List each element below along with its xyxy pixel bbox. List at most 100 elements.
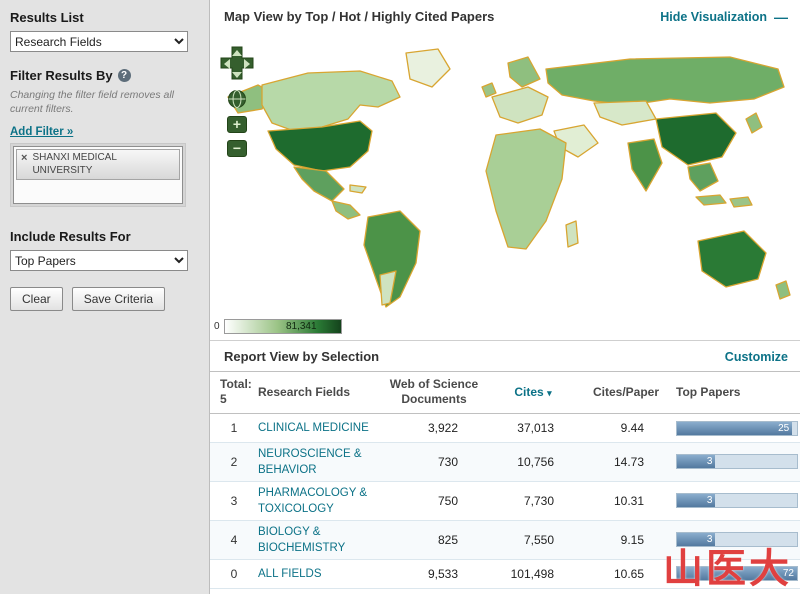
report-table-header: Total: 5 Research Fields Web of Science … <box>210 371 800 414</box>
row-cites: 37,013 <box>517 421 554 435</box>
row-documents: 3,922 <box>427 421 458 435</box>
top-papers-bar: 3 <box>676 493 798 509</box>
results-list-section: Results List Research Fields <box>10 10 199 52</box>
map-countries <box>227 48 791 308</box>
map-area: + − 0 81,341 <box>210 30 800 340</box>
row-rank: 3 <box>230 493 238 508</box>
column-header-total: Total: 5 <box>210 377 258 407</box>
top-papers-value: 72 <box>782 568 794 580</box>
table-row: 3 PHARMACOLOGY & TOXICOLOGY 750 7,730 10.31 3 <box>210 482 800 521</box>
row-documents: 825 <box>437 532 458 547</box>
map-pan-control[interactable] <box>220 46 254 82</box>
table-row: 4 BIOLOGY & BIOCHEMISTRY 825 7,550 9.15 3 <box>210 520 800 560</box>
top-papers-value: 3 <box>706 456 713 468</box>
top-papers-bar: 25 <box>676 420 798 436</box>
report-header: Report View by Selection Customize <box>210 340 800 371</box>
filter-by-label: Filter Results By <box>10 68 113 83</box>
row-field-cell: NEUROSCIENCE & BEHAVIOR <box>258 446 378 478</box>
filter-chip[interactable]: × SHANXI MEDICAL UNIVERSITY <box>16 149 180 181</box>
row-rank: 1 <box>230 421 238 435</box>
table-row: 0 ALL FIELDS 9,533 101,498 10.65 72 <box>210 560 800 589</box>
include-results-heading: Include Results For <box>10 229 131 245</box>
row-cites-per-paper: 10.31 <box>613 493 644 508</box>
main-panel: Map View by Top / Hot / Highly Cited Pap… <box>210 0 800 594</box>
save-criteria-button[interactable]: Save Criteria <box>71 287 166 312</box>
top-papers-value: 3 <box>706 495 713 507</box>
research-field-link[interactable]: BIOLOGY & BIOCHEMISTRY <box>258 526 345 554</box>
clear-button[interactable]: Clear <box>10 287 63 312</box>
help-icon[interactable]: ? <box>117 69 131 82</box>
column-header-cites[interactable]: Cites ▾ <box>490 385 576 400</box>
row-cites: 7,730 <box>523 493 554 508</box>
table-row: 2 NEUROSCIENCE & BEHAVIOR 730 10,756 14.73 3 <box>210 443 800 482</box>
research-field-link[interactable]: PHARMACOLOGY & TOXICOLOGY <box>258 487 367 515</box>
customize-link[interactable]: Customize <box>725 350 788 364</box>
map-view-title: Map View by Top / Hot / Highly Cited Pap… <box>224 9 495 24</box>
row-top-papers-cell: 3 <box>676 532 800 548</box>
column-header-cites-per-paper: Cites/Paper <box>592 384 660 399</box>
column-header-top-papers: Top Papers <box>676 384 741 399</box>
row-field-cell: PHARMACOLOGY & TOXICOLOGY <box>258 485 378 517</box>
hide-visualization-link[interactable]: Hide Visualization — <box>660 10 788 24</box>
total-label: Total: <box>220 377 252 391</box>
filter-box: × SHANXI MEDICAL UNIVERSITY <box>10 143 186 208</box>
legend-gradient-bar: 81,341 <box>223 319 342 334</box>
row-cites-per-paper: 9.44 <box>620 421 644 435</box>
column-header-documents: Web of Science Documents <box>389 377 479 406</box>
sort-descending-icon: ▾ <box>547 387 552 398</box>
row-top-papers-cell: 72 <box>676 566 800 582</box>
research-field-link[interactable]: CLINICAL MEDICINE <box>258 422 369 434</box>
top-papers-value: 3 <box>706 534 713 546</box>
map-zoom-in-button[interactable]: + <box>227 116 247 133</box>
row-rank: 2 <box>230 454 238 469</box>
row-top-papers-cell: 3 <box>676 493 800 509</box>
collapse-icon: — <box>774 8 788 25</box>
row-cites-per-paper: 9.15 <box>620 532 644 547</box>
filter-list[interactable]: × SHANXI MEDICAL UNIVERSITY <box>13 146 183 205</box>
row-cites: 101,498 <box>510 566 554 581</box>
row-field-cell: ALL FIELDS <box>258 566 378 582</box>
column-header-research-fields: Research Fields <box>258 384 351 399</box>
top-papers-bar: 3 <box>676 454 798 470</box>
include-results-section: Include Results For Top Papers <box>10 229 199 272</box>
report-view-title: Report View by Selection <box>224 349 380 364</box>
include-results-select[interactable]: Top Papers <box>10 250 188 272</box>
row-top-papers-cell: 3 <box>676 454 800 470</box>
add-filter-link[interactable]: Add Filter » <box>10 126 73 138</box>
total-value: 5 <box>220 392 227 406</box>
top-papers-bar: 3 <box>676 532 798 548</box>
report-table-rows: 1 CLINICAL MEDICINE 3,922 37,013 9.44 25 2 NEUR… <box>210 414 800 589</box>
results-list-heading: Results List <box>10 10 84 25</box>
map-globe-icon[interactable] <box>227 89 247 109</box>
map-header: Map View by Top / Hot / Highly Cited Pap… <box>210 0 800 30</box>
map-zoom-out-button[interactable]: − <box>227 140 247 157</box>
remove-filter-icon[interactable]: × <box>21 152 27 164</box>
row-rank: 4 <box>230 532 238 547</box>
app-root: Results List Research Fields Filter Resu… <box>0 0 800 594</box>
row-documents: 750 <box>437 493 458 508</box>
hide-visualization-label: Hide Visualization <box>660 9 767 24</box>
top-papers-value: 25 <box>778 422 790 434</box>
results-list-select[interactable]: Research Fields <box>10 31 188 52</box>
row-cites-per-paper: 10.65 <box>613 566 644 581</box>
research-field-link[interactable]: NEUROSCIENCE & BEHAVIOR <box>258 448 362 476</box>
filter-note: Changing the filter field removes all cu… <box>10 89 175 115</box>
top-papers-bar: 72 <box>676 566 798 582</box>
row-cites: 7,550 <box>523 532 554 547</box>
row-cites: 10,756 <box>517 454 554 469</box>
map-legend: 0 81,341 <box>214 319 342 334</box>
map-controls: + − <box>220 46 254 157</box>
cites-label: Cites <box>514 384 544 399</box>
sidebar-buttons: Clear Save Criteria <box>10 287 199 312</box>
row-top-papers-cell: 25 <box>676 420 800 436</box>
filter-by-heading: Filter Results By ? <box>10 68 199 83</box>
filter-section: Filter Results By ? Changing the filter … <box>10 68 199 208</box>
sidebar: Results List Research Fields Filter Resu… <box>0 0 210 594</box>
row-documents: 9,533 <box>427 566 458 581</box>
row-cites-per-paper: 14.73 <box>613 454 644 469</box>
table-row: 1 CLINICAL MEDICINE 3,922 37,013 9.44 25 <box>210 414 800 443</box>
legend-max-label: 81,341 <box>285 321 317 332</box>
world-map[interactable] <box>210 30 800 340</box>
row-field-cell: CLINICAL MEDICINE <box>258 420 378 436</box>
research-field-link[interactable]: ALL FIELDS <box>258 568 322 580</box>
